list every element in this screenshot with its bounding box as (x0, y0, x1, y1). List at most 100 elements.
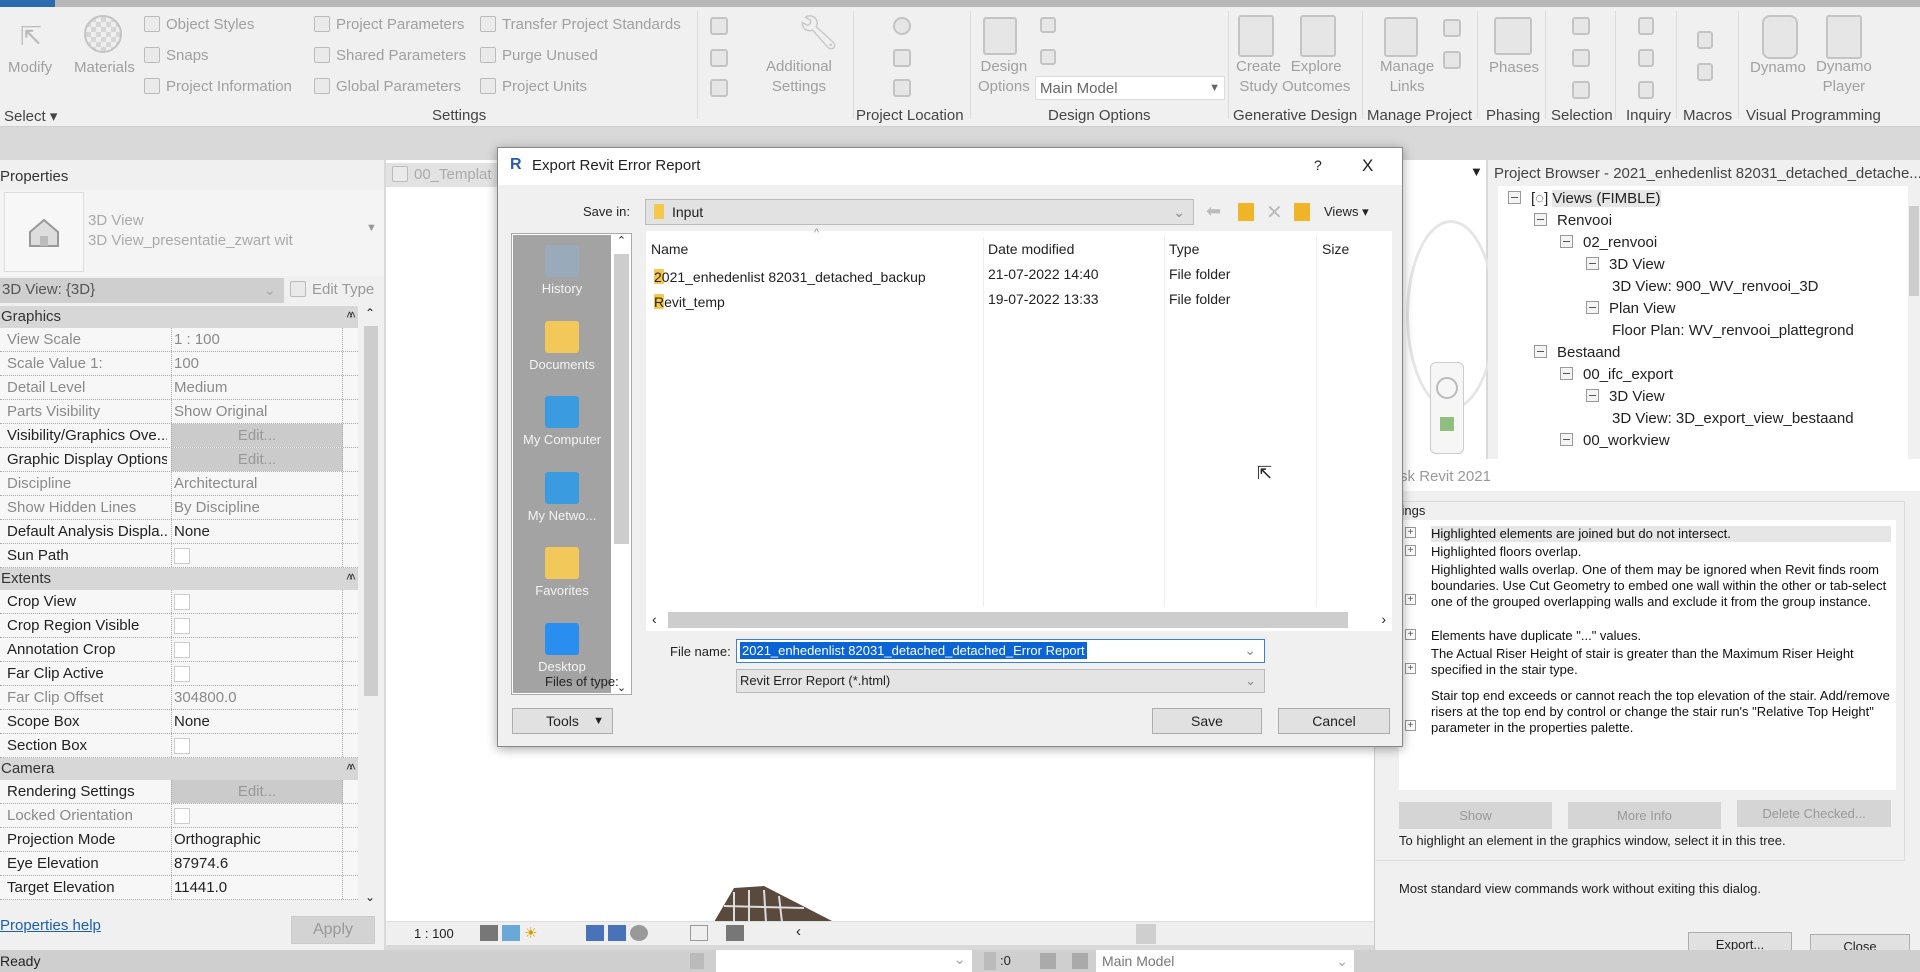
add-to-set-icon[interactable] (1040, 17, 1056, 33)
tree-item[interactable]: Renvooi (1534, 212, 1612, 229)
save-selection-icon[interactable] (1572, 17, 1590, 35)
more-info-button[interactable]: More Info (1568, 802, 1721, 829)
materials-button[interactable]: Materials (74, 59, 135, 76)
section-header-camera[interactable]: Camera ˄˄ (0, 758, 358, 780)
help-button[interactable]: ? (1314, 157, 1322, 173)
section-header-extents[interactable]: Extents ˄˄ (0, 568, 358, 590)
collapse-icon[interactable] (1586, 389, 1599, 402)
design-option-icon[interactable] (1040, 953, 1056, 969)
show-crop-icon[interactable] (608, 925, 626, 941)
property-value[interactable]: 87974.6 (171, 852, 343, 875)
place-documents[interactable]: Documents (513, 320, 611, 372)
checkbox[interactable] (174, 594, 190, 610)
edit-button[interactable]: Edit... (171, 448, 343, 471)
shared-parameters-button[interactable]: Shared Parameters (314, 47, 466, 64)
zoom-region-icon[interactable] (1440, 417, 1454, 431)
position-icon[interactable] (893, 79, 911, 97)
property-value[interactable]: Medium (171, 376, 343, 399)
delete-icon[interactable]: ✕ (1266, 200, 1283, 225)
place-my-netwo-[interactable]: My Netwo... (513, 471, 611, 523)
hscroll-thumb[interactable] (1136, 924, 1156, 944)
ids-icon[interactable] (1638, 17, 1654, 35)
collapse-icon[interactable]: ˄˄ (346, 570, 356, 584)
expand-icon[interactable]: + (1405, 527, 1416, 538)
location-globe-icon[interactable] (893, 17, 911, 35)
project-parameters-button[interactable]: Project Parameters (314, 16, 464, 33)
type-selector[interactable]: 3D View 3D View_presentatie_zwart wit ▼ (0, 190, 384, 276)
collapse-icon[interactable] (1534, 345, 1547, 358)
warning-item[interactable]: Highlighted elements are joined but do n… (1431, 526, 1891, 542)
edit-option-icon[interactable] (1040, 49, 1056, 65)
macro-security-icon[interactable] (1697, 63, 1713, 81)
filter-icon[interactable]: ▼ (1470, 164, 1483, 179)
manage-images-icon[interactable] (1443, 19, 1461, 37)
collapse-icon[interactable]: ‹ (796, 923, 801, 940)
file-row[interactable]: Revit_temp 19-07-2022 13:33 File folder (646, 288, 1386, 310)
workset-dropdown[interactable]: ⌄ (716, 950, 972, 972)
property-value[interactable]: Orthographic (171, 828, 343, 851)
chevron-down-icon[interactable]: ⌄ (1244, 642, 1256, 659)
warning-item[interactable]: Highlighted floors overlap. (1431, 544, 1891, 560)
tree-item[interactable]: 00_workview (1560, 432, 1670, 449)
tree-item[interactable]: 3D View (1586, 256, 1665, 273)
property-value[interactable]: 1 : 100 (171, 328, 343, 351)
tools-button[interactable]: Tools ▼ (512, 708, 613, 734)
visual-style-icon[interactable] (502, 925, 520, 941)
property-value[interactable]: 304800.0 (171, 686, 343, 709)
view-instance-selector[interactable]: 3D View: {3D} ⌄ (0, 278, 284, 303)
back-icon[interactable]: ⬅ (1206, 201, 1221, 222)
save-in-dropdown[interactable]: Input ⌄ (645, 199, 1194, 225)
tree-item[interactable]: 02_renvooi (1560, 234, 1657, 251)
explore-outcomes-button[interactable]: Explore Outcomes (1282, 57, 1350, 97)
dynamo-button[interactable]: Dynamo (1750, 59, 1806, 76)
column-size[interactable]: Size (1322, 241, 1349, 257)
place-my-computer[interactable]: My Computer (513, 396, 611, 447)
tree-item[interactable]: 3D View (1586, 388, 1665, 405)
places-scrollbar[interactable]: ⌃ ⌄ (612, 234, 631, 694)
navigation-bar[interactable] (1430, 362, 1464, 454)
sun-path-icon[interactable]: ☀ (524, 924, 537, 942)
design-option-dropdown[interactable]: Main Model ▼ (1035, 76, 1225, 100)
scroll-thumb[interactable] (364, 326, 378, 696)
global-parameters-button[interactable]: Global Parameters (314, 78, 461, 95)
expand-icon[interactable]: + (1405, 594, 1416, 605)
views-menu[interactable]: Views ▾ (1324, 204, 1369, 220)
properties-scrollbar[interactable]: ⌃ ⌄ (362, 306, 380, 906)
design-option-status-dropdown[interactable]: Main Model ⌄ (1096, 950, 1354, 972)
select-by-id-icon[interactable] (1638, 49, 1654, 67)
property-value[interactable]: Show Original (171, 400, 343, 423)
load-selection-icon[interactable] (1572, 49, 1590, 67)
macro-manager-icon[interactable] (1697, 31, 1713, 49)
checkbox[interactable] (174, 548, 190, 564)
new-folder-icon[interactable] (1294, 203, 1310, 221)
scroll-left-icon[interactable]: ‹ (652, 611, 657, 627)
scroll-right-icon[interactable]: › (1381, 611, 1386, 627)
collapse-icon[interactable] (1560, 235, 1573, 248)
tree-item[interactable]: [◌] Views (FIMBLE) (1508, 190, 1661, 207)
checkbox[interactable] (174, 666, 190, 682)
create-study-button[interactable]: Create Study (1236, 57, 1281, 97)
scroll-thumb[interactable] (668, 612, 1348, 628)
coordinates-icon[interactable] (893, 49, 911, 67)
view-scale[interactable]: 1 : 100 (414, 926, 454, 941)
place-desktop[interactable]: Desktop (513, 622, 611, 674)
scroll-down-icon[interactable]: ⌄ (365, 890, 375, 904)
place-favorites[interactable]: Favorites (513, 547, 611, 598)
scroll-up-icon[interactable]: ⌃ (365, 306, 375, 320)
property-value[interactable]: 100 (171, 352, 343, 375)
expand-icon[interactable]: + (1405, 663, 1416, 674)
checkbox[interactable] (174, 808, 190, 824)
close-button[interactable]: X (1362, 156, 1373, 176)
checkbox[interactable] (174, 618, 190, 634)
scroll-thumb[interactable] (1909, 206, 1919, 296)
additional-settings-button[interactable]: Additional Settings (766, 57, 832, 97)
file-tab[interactable] (0, 0, 55, 7)
warning-item[interactable]: The Actual Riser Height of stair is grea… (1431, 646, 1891, 678)
collapse-icon[interactable]: ˄˄ (346, 308, 356, 322)
expand-icon[interactable]: + (1405, 720, 1416, 731)
property-value[interactable]: None (171, 710, 343, 733)
scroll-thumb[interactable] (614, 254, 629, 544)
collapse-icon[interactable]: ˄˄ (346, 760, 356, 774)
settings-small-icon[interactable] (710, 17, 728, 35)
starting-view-icon[interactable] (1443, 51, 1461, 69)
